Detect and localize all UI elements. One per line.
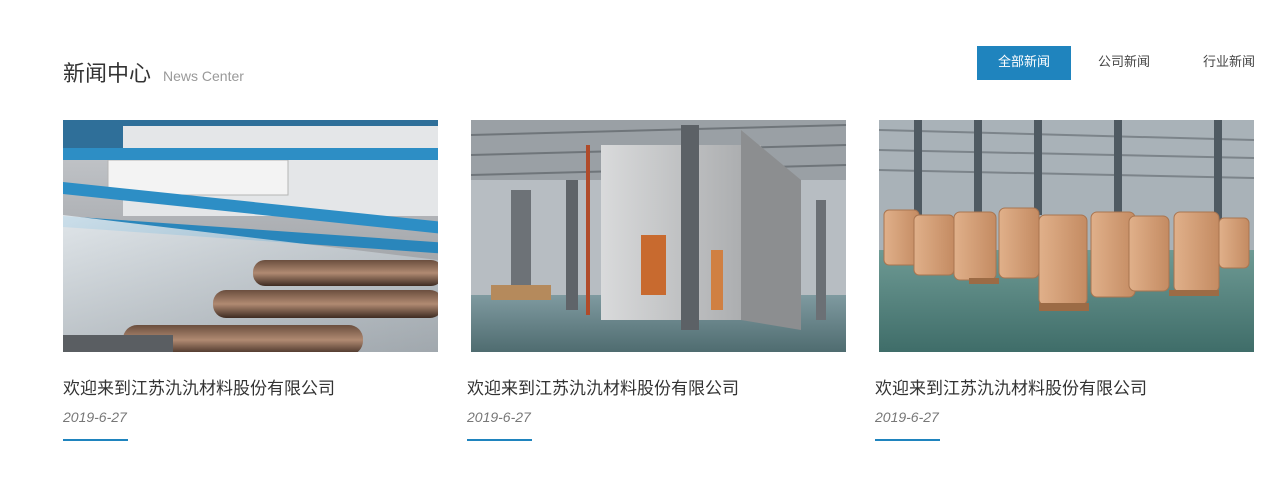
news-card[interactable]: 欢迎来到江苏氿氿材料股份有限公司 2019-6-27 <box>875 120 1254 441</box>
news-card[interactable]: 欢迎来到江苏氿氿材料股份有限公司 2019-6-27 <box>467 120 846 441</box>
accent-underline <box>467 439 532 441</box>
factory-workshop-photo[interactable] <box>471 120 846 352</box>
section-header: 新闻中心 News Center <box>63 56 244 88</box>
accent-underline <box>875 439 940 441</box>
news-title[interactable]: 欢迎来到江苏氿氿材料股份有限公司 <box>875 374 1254 399</box>
accent-underline <box>63 439 128 441</box>
news-card[interactable]: 欢迎来到江苏氿氿材料股份有限公司 2019-6-27 <box>63 120 438 441</box>
news-tabs: 全部新闻 公司新闻 行业新闻 <box>977 46 1281 80</box>
section-title: 新闻中心 <box>63 62 152 87</box>
news-title[interactable]: 欢迎来到江苏氿氿材料股份有限公司 <box>63 374 438 399</box>
news-title[interactable]: 欢迎来到江苏氿氿材料股份有限公司 <box>467 374 846 399</box>
news-date: 2019-6-27 <box>875 409 939 425</box>
tab-all-news[interactable]: 全部新闻 <box>977 46 1071 80</box>
warehouse-bulk-bags-photo[interactable] <box>879 120 1254 352</box>
tab-industry-news[interactable]: 行业新闻 <box>1177 46 1281 80</box>
section-subtitle: News Center <box>163 68 244 84</box>
news-date: 2019-6-27 <box>467 409 531 425</box>
tab-company-news[interactable]: 公司新闻 <box>1071 46 1177 80</box>
film-production-line-photo[interactable] <box>63 120 438 352</box>
news-date: 2019-6-27 <box>63 409 127 425</box>
